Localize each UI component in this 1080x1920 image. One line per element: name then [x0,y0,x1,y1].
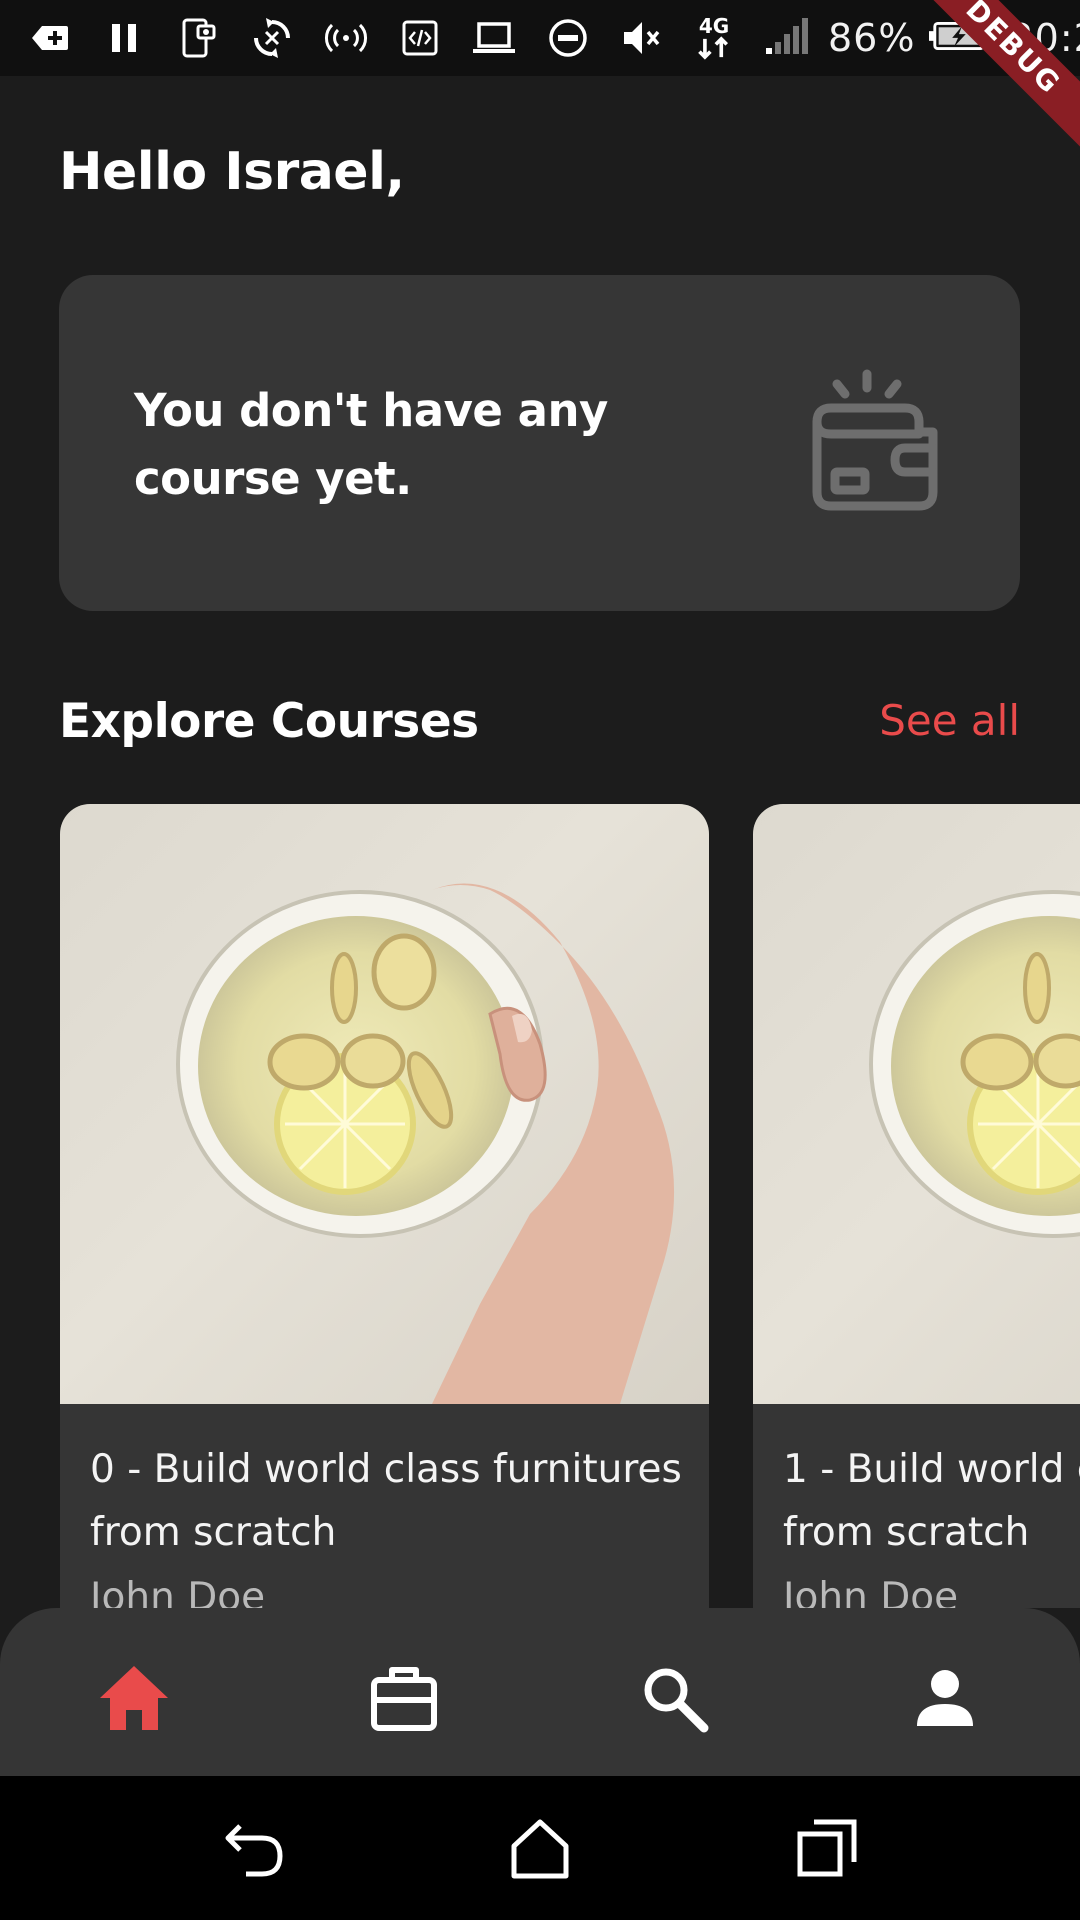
wallet-icon [777,360,957,540]
add-box-icon [28,16,72,60]
course-author: John Doe [90,1575,266,1608]
nav-courses-button[interactable] [364,1658,444,1738]
mute-icon [620,16,664,60]
home-icon [100,1666,168,1730]
sync-icon [250,16,294,60]
do-not-disturb-icon [546,16,590,60]
course-card[interactable]: 0 - Build world class furnitures from sc… [60,804,709,1608]
explore-courses-title: Explore Courses [59,694,479,749]
recents-icon [797,1819,857,1877]
laptop-icon [472,16,516,60]
course-title: 0 - Build world class furnitures from sc… [90,1447,682,1555]
empty-courses-card: You don't have any course yet. [59,275,1020,611]
course-thumbnail [60,804,709,1404]
course-title: 1 - Build world class furnitures from sc… [783,1447,1080,1555]
briefcase-icon [371,1667,437,1731]
nav-profile-button[interactable] [905,1658,985,1738]
bottom-navigation [0,1608,1080,1776]
empty-courses-message: You don't have any course yet. [134,384,608,505]
home-outline-icon [511,1819,569,1879]
pause-icon [102,16,146,60]
battery-percent: 86% [828,16,916,60]
system-navigation-bar [0,1776,1080,1920]
nav-search-button[interactable] [634,1658,714,1738]
signal-icon [764,14,812,62]
developer-icon [398,16,442,60]
course-thumbnail [753,804,1080,1404]
hotspot-icon [324,16,368,60]
course-card[interactable]: 1 - Build world class furnitures from sc… [753,804,1080,1608]
person-icon [917,1670,973,1726]
greeting-title: Hello Israel, [59,142,405,202]
screenshot-icon [176,16,220,60]
course-author: John Doe [783,1575,959,1608]
course-carousel[interactable]: 0 - Build world class furnitures from sc… [0,804,1080,1608]
search-icon [644,1668,709,1733]
system-home-button[interactable] [508,1816,572,1880]
system-back-button[interactable] [222,1816,286,1880]
nav-home-button[interactable] [94,1658,174,1738]
back-icon [225,1824,283,1877]
network-4g-icon: 4G [694,16,734,60]
system-recents-button[interactable] [796,1816,860,1880]
status-bar: 4G 86% 20:26 DEBUG [0,0,1080,152]
see-all-link[interactable]: See all [879,696,1020,745]
